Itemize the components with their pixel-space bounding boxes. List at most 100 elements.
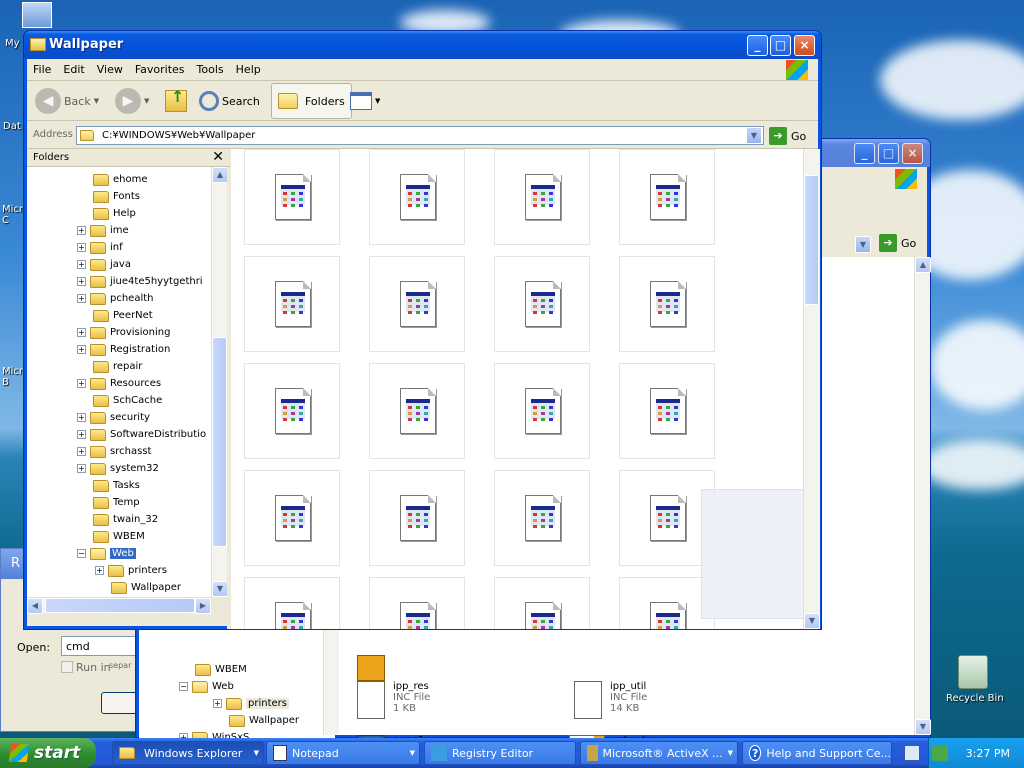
expand-icon[interactable]: + [95, 566, 104, 575]
go-button[interactable]: ➔ Go [769, 127, 806, 145]
maximize-button[interactable]: □ [770, 35, 791, 56]
clock[interactable]: 3:27 PM [966, 747, 1010, 760]
scroll-up-icon[interactable]: ▲ [212, 167, 228, 183]
file-item[interactable] [357, 655, 385, 681]
views-button[interactable]: ▼ [350, 84, 380, 118]
thumbnail-item[interactable] [244, 577, 340, 629]
scroll-thumb[interactable] [804, 175, 819, 305]
thumbnail-item[interactable] [494, 470, 590, 566]
tree-item[interactable]: + pchealth [77, 290, 154, 307]
scroll-down-icon[interactable]: ▼ [804, 613, 820, 629]
menu-file[interactable]: File [27, 59, 57, 76]
expand-icon[interactable]: + [213, 699, 222, 708]
keyboard-icon[interactable] [904, 745, 920, 761]
back-minimize-button[interactable]: _ [854, 143, 875, 164]
task-registry-editor[interactable]: Registry Editor [424, 741, 576, 765]
thumbnail-item[interactable] [369, 256, 465, 352]
back-maximize-button[interactable]: □ [878, 143, 899, 164]
collapse-icon[interactable]: − [179, 682, 188, 691]
expand-icon[interactable]: + [77, 430, 86, 439]
tree-item[interactable]: PeerNet [93, 307, 153, 324]
task-help-and-support[interactable]: ? Help and Support Ce... [742, 741, 892, 765]
tree-item[interactable]: + printers [95, 562, 167, 579]
tree-item[interactable]: − Web [77, 545, 136, 562]
thumbnail-item[interactable] [244, 470, 340, 566]
tree-item[interactable]: + ime [77, 222, 129, 239]
back-address-dropdown[interactable]: ▼ [855, 236, 871, 253]
tree-item[interactable]: − Web [179, 678, 234, 695]
menu-view[interactable]: View [91, 59, 129, 76]
tree-item[interactable]: + SoftwareDistributio [77, 426, 206, 443]
thumbnail-item[interactable] [494, 363, 590, 459]
tree-item[interactable]: WBEM [93, 528, 145, 545]
expand-icon[interactable]: + [77, 464, 86, 473]
back-tree-scrollbar[interactable] [323, 629, 339, 735]
tree-item[interactable]: twain_32 [93, 511, 158, 528]
tree-item[interactable]: + srchasst [77, 443, 151, 460]
tree-item[interactable]: SchCache [93, 392, 162, 409]
task-activex[interactable]: Microsoft® ActiveX ... ▼ [580, 741, 738, 765]
file-item[interactable]: ipp_res INC File 1 KB [357, 681, 430, 719]
back-go-button[interactable]: ➔ Go [879, 234, 916, 252]
address-input[interactable]: C:¥WINDOWS¥Web¥Wallpaper [76, 126, 764, 145]
hscroll-thumb[interactable] [45, 598, 195, 613]
tree-item[interactable]: + printers [213, 695, 289, 712]
expand-icon[interactable]: + [77, 328, 86, 337]
expand-icon[interactable]: + [77, 294, 86, 303]
thumbnail-item[interactable] [494, 577, 590, 629]
menu-edit[interactable]: Edit [57, 59, 90, 76]
recycle-bin-label[interactable]: Recycle Bin [946, 693, 1004, 704]
tree-scrollbar[interactable]: ▲ ▼ [211, 167, 228, 597]
expand-icon[interactable]: + [77, 277, 86, 286]
back-close-button[interactable]: × [902, 143, 923, 164]
run-open-input[interactable]: cmd [61, 636, 141, 656]
desktop-icon-label-micro-b[interactable]: Micro B [2, 366, 29, 388]
thumbnail-item[interactable] [619, 149, 715, 245]
tree-item[interactable]: Temp [93, 494, 140, 511]
scroll-left-icon[interactable]: ◀ [27, 598, 43, 614]
desktop-icon-label-micro-c[interactable]: Micro C [2, 204, 29, 226]
tree-item[interactable]: + jiue4te5hyytgethri [77, 273, 203, 290]
expand-icon[interactable]: + [77, 260, 86, 269]
scroll-down-icon[interactable]: ▼ [212, 581, 228, 597]
scroll-thumb[interactable] [212, 337, 227, 547]
tree-item[interactable]: + Registration [77, 341, 170, 358]
forward-button[interactable]: ▶ ▼ [115, 84, 149, 118]
desktop-icon-label-my[interactable]: My [5, 38, 20, 49]
run-in-checkbox[interactable] [61, 661, 73, 673]
scroll-up-icon[interactable]: ▲ [915, 257, 931, 273]
desktop-icon-label-data[interactable]: Dat [3, 121, 21, 132]
thumbnail-item[interactable] [369, 470, 465, 566]
close-pane-icon[interactable]: ✕ [212, 149, 224, 165]
recycle-bin-icon[interactable] [958, 655, 988, 689]
scroll-down-icon[interactable]: ▼ [915, 719, 931, 735]
minimize-button[interactable]: _ [747, 35, 768, 56]
tree-item[interactable]: WBEM [195, 661, 247, 678]
thumbnail-item[interactable] [494, 256, 590, 352]
back-content-scrollbar[interactable]: ▲ ▼ [914, 257, 931, 735]
network-icon[interactable] [931, 745, 948, 761]
thumbnail-item[interactable] [619, 256, 715, 352]
tree-item[interactable]: repair [93, 358, 142, 375]
thumbnail-item[interactable] [244, 149, 340, 245]
tree-item[interactable]: Wallpaper [229, 712, 299, 729]
tree-hscrollbar[interactable]: ◀ ▶ [27, 597, 211, 614]
folders-button[interactable]: Folders [271, 83, 352, 119]
tree-item[interactable]: Fonts [93, 188, 140, 205]
tree-item[interactable]: + inf [77, 239, 123, 256]
menu-tools[interactable]: Tools [191, 59, 230, 76]
expand-icon[interactable]: + [77, 379, 86, 388]
tree-item[interactable]: + security [77, 409, 150, 426]
tree-item[interactable]: Tasks [93, 477, 140, 494]
menu-help[interactable]: Help [230, 59, 267, 76]
expand-icon[interactable]: + [77, 345, 86, 354]
thumbnail-item[interactable] [619, 363, 715, 459]
tree-item[interactable]: + java [77, 256, 131, 273]
menu-favorites[interactable]: Favorites [129, 59, 191, 76]
collapse-icon[interactable]: − [77, 549, 86, 558]
my-computer-icon[interactable] [22, 2, 52, 28]
thumbnail-item[interactable] [244, 256, 340, 352]
tree-item[interactable]: + Provisioning [77, 324, 170, 341]
task-notepad[interactable]: Notepad ▼ [266, 741, 420, 765]
tree-item[interactable]: Help [93, 205, 136, 222]
